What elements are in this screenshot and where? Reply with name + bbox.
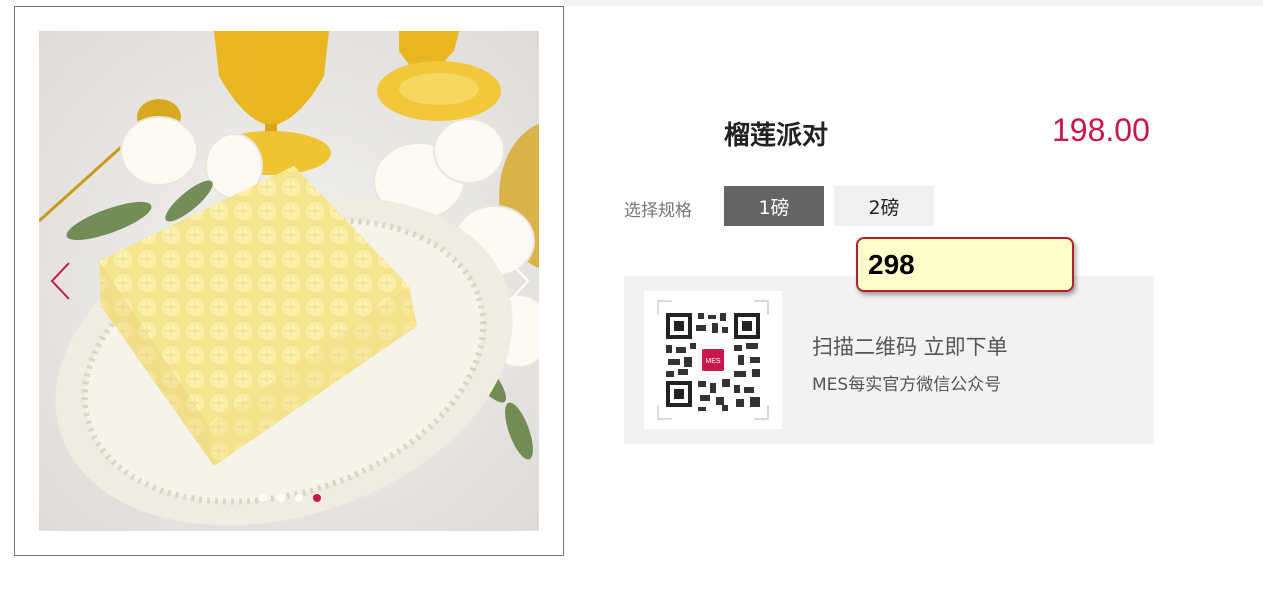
carousel-dot[interactable] bbox=[295, 494, 303, 502]
tooltip-value: 298 bbox=[868, 248, 915, 280]
top-bar bbox=[564, 0, 1263, 6]
carousel-dots bbox=[259, 494, 321, 502]
next-arrow-icon[interactable] bbox=[505, 257, 535, 305]
qr-title: 扫描二维码 立即下单 bbox=[812, 335, 1008, 359]
carousel-dot-active[interactable] bbox=[313, 494, 321, 502]
qr-panel: MES 扫描二维码 立即下单 MES每实官方微信公众号 bbox=[624, 276, 1154, 444]
product-gallery bbox=[14, 6, 564, 556]
spec-option-1lb[interactable]: 1磅 bbox=[724, 186, 824, 226]
product-name: 榴莲派对 bbox=[724, 121, 829, 151]
spec-option-2lb[interactable]: 2磅 bbox=[834, 186, 934, 226]
carousel-dot[interactable] bbox=[277, 494, 285, 502]
product-price: 198.00 bbox=[1052, 112, 1150, 148]
carousel-dot[interactable] bbox=[259, 494, 267, 502]
spec-label: 选择规格 bbox=[624, 201, 692, 221]
prev-arrow-icon[interactable] bbox=[45, 257, 75, 305]
qr-subtitle: MES每实官方微信公众号 bbox=[812, 375, 1002, 395]
product-photo bbox=[39, 31, 539, 531]
price-tooltip: 298 bbox=[856, 237, 1074, 292]
qr-logo-text: MES bbox=[705, 358, 721, 365]
qr-code: MES bbox=[644, 291, 782, 429]
